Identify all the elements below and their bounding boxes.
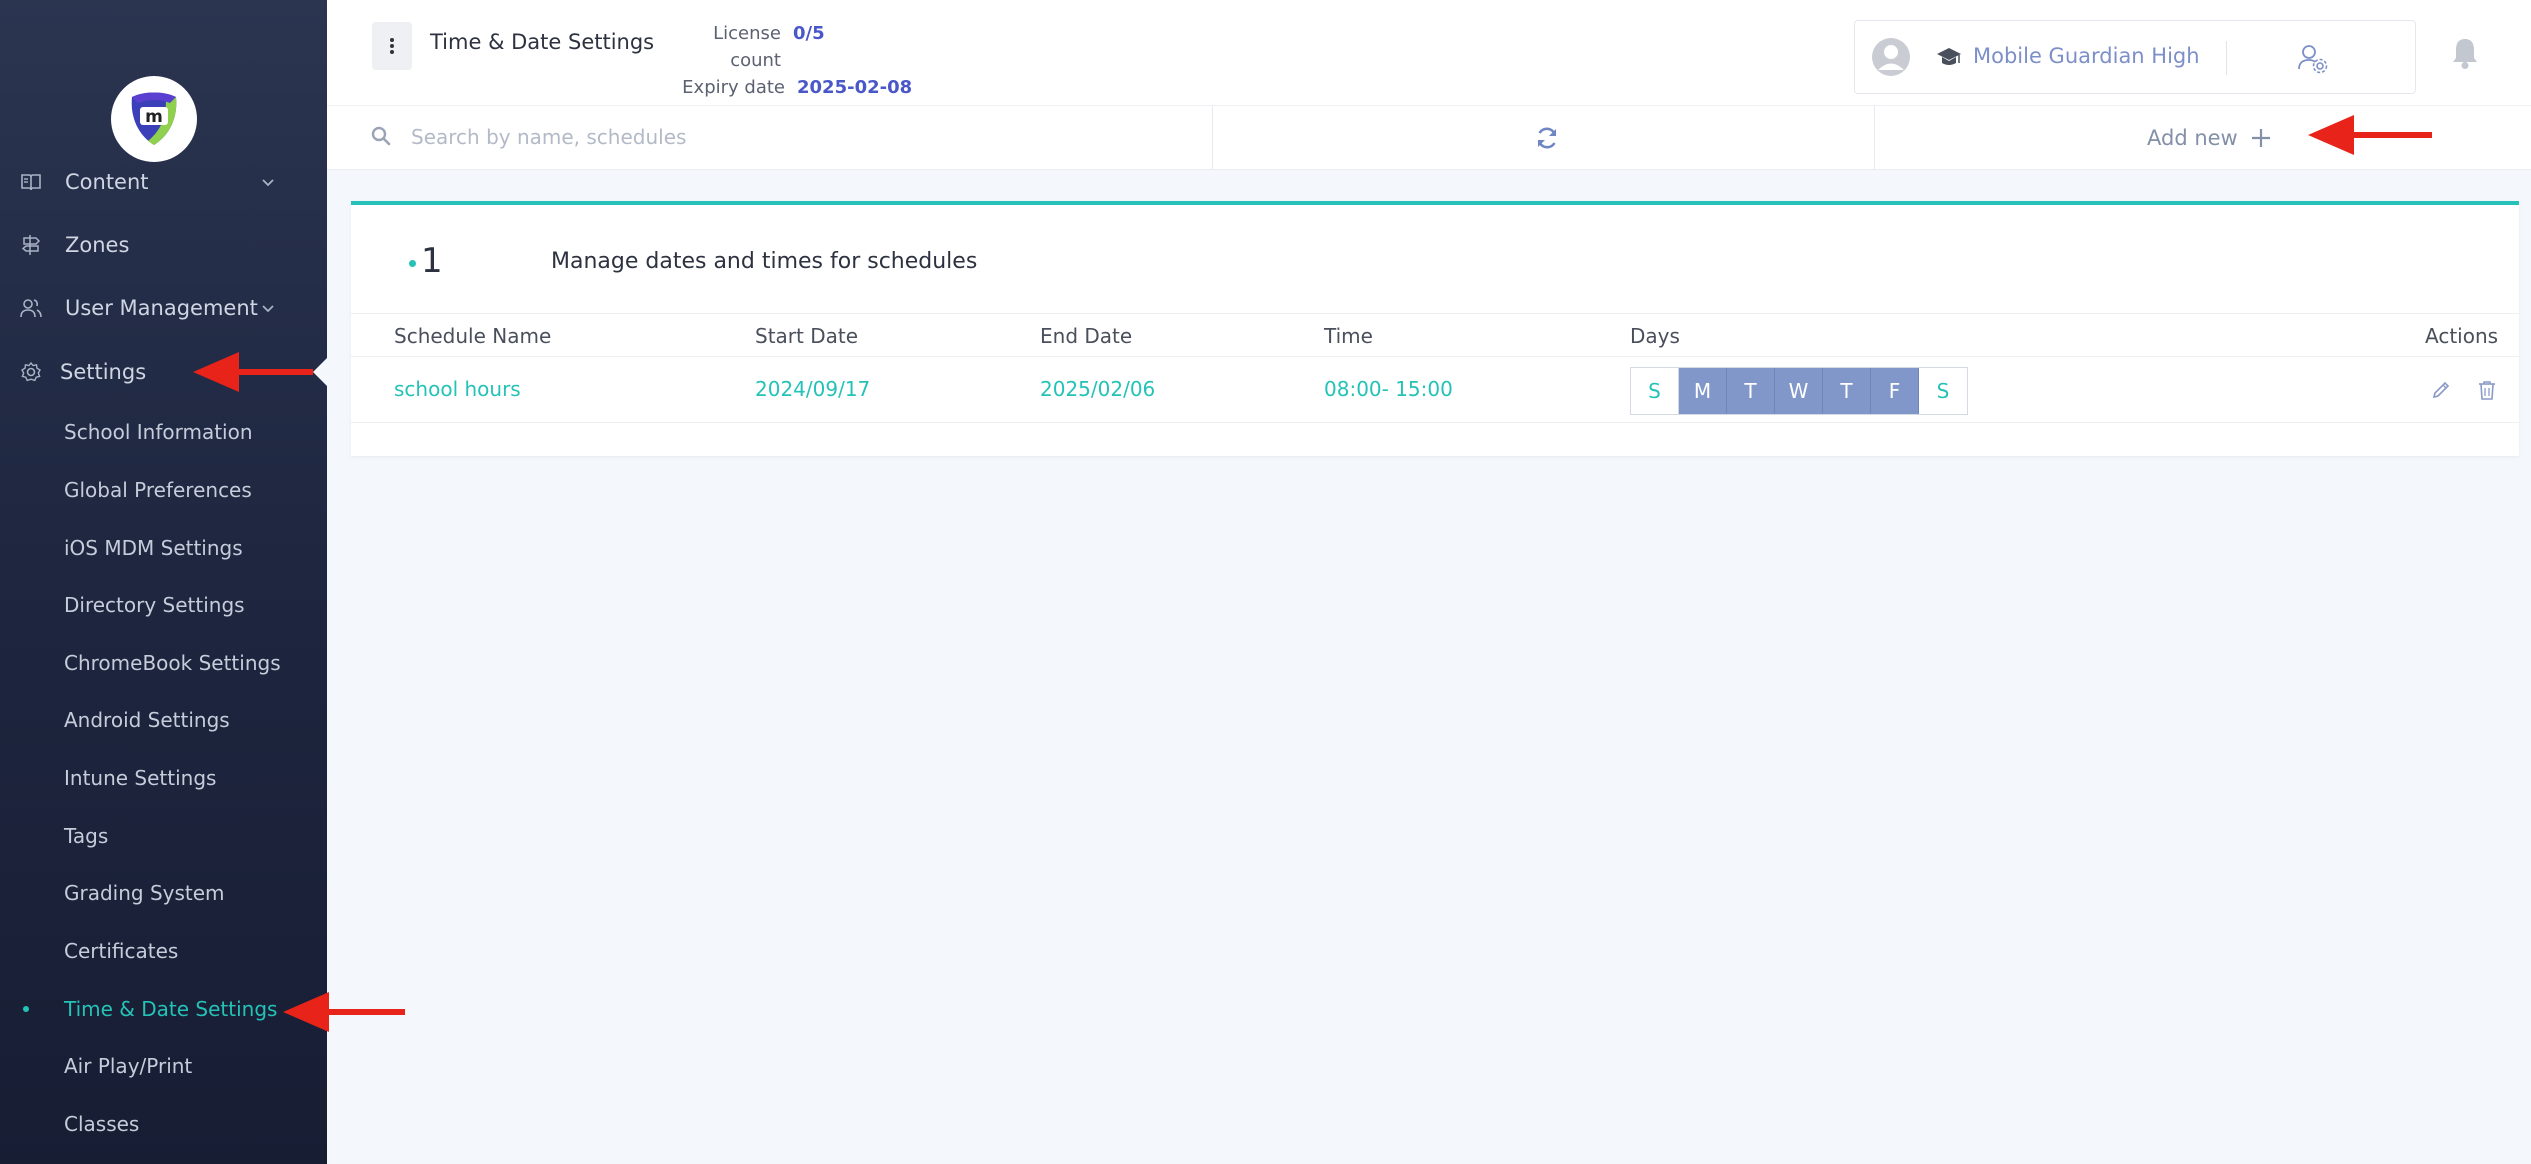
license-info: License count 0/5 Expiry date 2025-02-08 — [663, 20, 912, 101]
days-selector: S M T W T F S — [1630, 367, 1968, 415]
refresh-icon — [1537, 127, 1557, 149]
sidebar-subitem-directory-settings[interactable]: Directory Settings — [64, 590, 245, 620]
day-wednesday: W — [1775, 368, 1823, 414]
page-title: Time & Date Settings — [430, 30, 655, 54]
sidebar-item-label: Content — [65, 170, 149, 194]
divider — [2226, 41, 2227, 75]
school-switcher[interactable]: Mobile Guardian High — [1854, 20, 2416, 94]
bell-icon[interactable] — [2450, 36, 2480, 70]
sidebar-subitem-ios-mdm-settings[interactable]: iOS MDM Settings — [64, 533, 243, 563]
chevron-down-icon[interactable] — [258, 172, 278, 192]
sidebar-subitem-global-preferences[interactable]: Global Preferences — [64, 475, 252, 505]
divider — [1874, 106, 1875, 170]
sidebar-item-label: Settings — [60, 360, 147, 384]
sidebar-subitem-tags[interactable]: Tags — [64, 821, 108, 851]
license-count-value: 0/5 — [793, 23, 825, 44]
day-tuesday: T — [1727, 368, 1775, 414]
kebab-icon — [390, 38, 394, 54]
time-range: 08:00- 15:00 — [1324, 377, 1453, 401]
expiry-date-value: 2025-02-08 — [797, 77, 913, 98]
sidebar-subitem-air-play-print[interactable]: Air Play/Print — [64, 1051, 192, 1081]
column-header-days: Days — [1630, 324, 1680, 348]
column-header-end-date[interactable]: End Date — [1040, 324, 1132, 348]
plus-icon — [2251, 129, 2270, 147]
column-header-time[interactable]: Time — [1324, 324, 1373, 348]
start-date: 2024/09/17 — [755, 377, 871, 401]
shield-logo-icon: m — [131, 92, 177, 145]
sidebar-subitem-school-information[interactable]: School Information — [64, 417, 253, 447]
signpost-icon — [18, 232, 44, 258]
sidebar-subitem-grading-system[interactable]: Grading System — [64, 878, 225, 908]
toolbar: Add new — [327, 106, 2531, 170]
sidebar-item-zones[interactable]: Zones — [0, 225, 327, 265]
sidebar-item-label: User Management — [65, 296, 258, 320]
license-count-label: License count — [713, 23, 781, 71]
refresh-button[interactable] — [1529, 120, 1565, 156]
schedules-card: 1 Manage dates and times for schedules S… — [351, 201, 2519, 456]
add-new-button[interactable]: Add new — [2147, 120, 2272, 156]
search-icon — [369, 124, 393, 148]
top-header: Time & Date Settings License count 0/5 E… — [327, 0, 2531, 106]
day-sunday: S — [1631, 368, 1679, 414]
sidebar-subitem-certificates[interactable]: Certificates — [64, 936, 178, 966]
end-date: 2025/02/06 — [1040, 377, 1156, 401]
gear-icon — [18, 359, 44, 385]
mobile-guardian-logo[interactable]: m — [111, 76, 197, 162]
day-monday: M — [1679, 368, 1727, 414]
annotation-arrow-settings — [193, 352, 313, 392]
user-settings-icon[interactable] — [2295, 41, 2329, 75]
column-header-actions: Actions — [2425, 324, 2499, 348]
schedule-name-link[interactable]: school hours — [394, 377, 521, 401]
sidebar-subitem-android-settings[interactable]: Android Settings — [64, 705, 230, 735]
sidebar-subitem-time-date-settings[interactable]: Time & Date Settings — [64, 994, 277, 1024]
kebab-menu-button[interactable] — [372, 22, 412, 70]
sidebar-item-content[interactable]: Content — [0, 162, 327, 202]
day-thursday: T — [1823, 368, 1871, 414]
column-header-start-date[interactable]: Start Date — [755, 324, 858, 348]
day-saturday: S — [1919, 368, 1967, 414]
day-friday: F — [1871, 368, 1919, 414]
sidebar-subitem-intune-settings[interactable]: Intune Settings — [64, 763, 216, 793]
sidebar-subitem-classes[interactable]: Classes — [64, 1109, 139, 1139]
table-row: school hours 2024/09/17 2025/02/06 08:00… — [351, 357, 2519, 423]
sidebar: m Content Zones User Management Settings… — [0, 0, 327, 1164]
edit-icon[interactable] — [2428, 377, 2454, 403]
active-section-notch — [313, 358, 327, 386]
chevron-down-icon[interactable] — [258, 298, 278, 318]
book-icon — [18, 169, 44, 195]
add-new-label: Add new — [2147, 126, 2238, 150]
sidebar-item-user-management[interactable]: User Management — [0, 288, 327, 328]
trash-icon[interactable] — [2474, 377, 2500, 403]
column-header-schedule-name[interactable]: Schedule Name — [394, 324, 551, 348]
sidebar-subitem-chromebook-settings[interactable]: ChromeBook Settings — [64, 648, 281, 678]
annotation-arrow-add-new — [2308, 115, 2432, 155]
expiry-date-label: Expiry date — [682, 77, 785, 98]
users-icon — [18, 295, 44, 321]
avatar-icon[interactable] — [1871, 37, 1911, 77]
svg-text:m: m — [145, 107, 163, 127]
school-name[interactable]: Mobile Guardian High — [1973, 44, 2200, 68]
schedule-count: 1 — [421, 241, 443, 281]
sidebar-item-label: Zones — [65, 233, 130, 257]
count-dot — [409, 260, 416, 267]
divider — [1212, 106, 1213, 170]
annotation-arrow-time-date — [283, 992, 405, 1032]
search-input[interactable] — [411, 118, 1011, 156]
card-description: Manage dates and times for schedules — [551, 249, 978, 274]
table-header: Schedule Name Start Date End Date Time D… — [351, 313, 2519, 357]
active-indicator-dot — [23, 1006, 29, 1012]
graduation-cap-icon — [1935, 45, 1963, 71]
